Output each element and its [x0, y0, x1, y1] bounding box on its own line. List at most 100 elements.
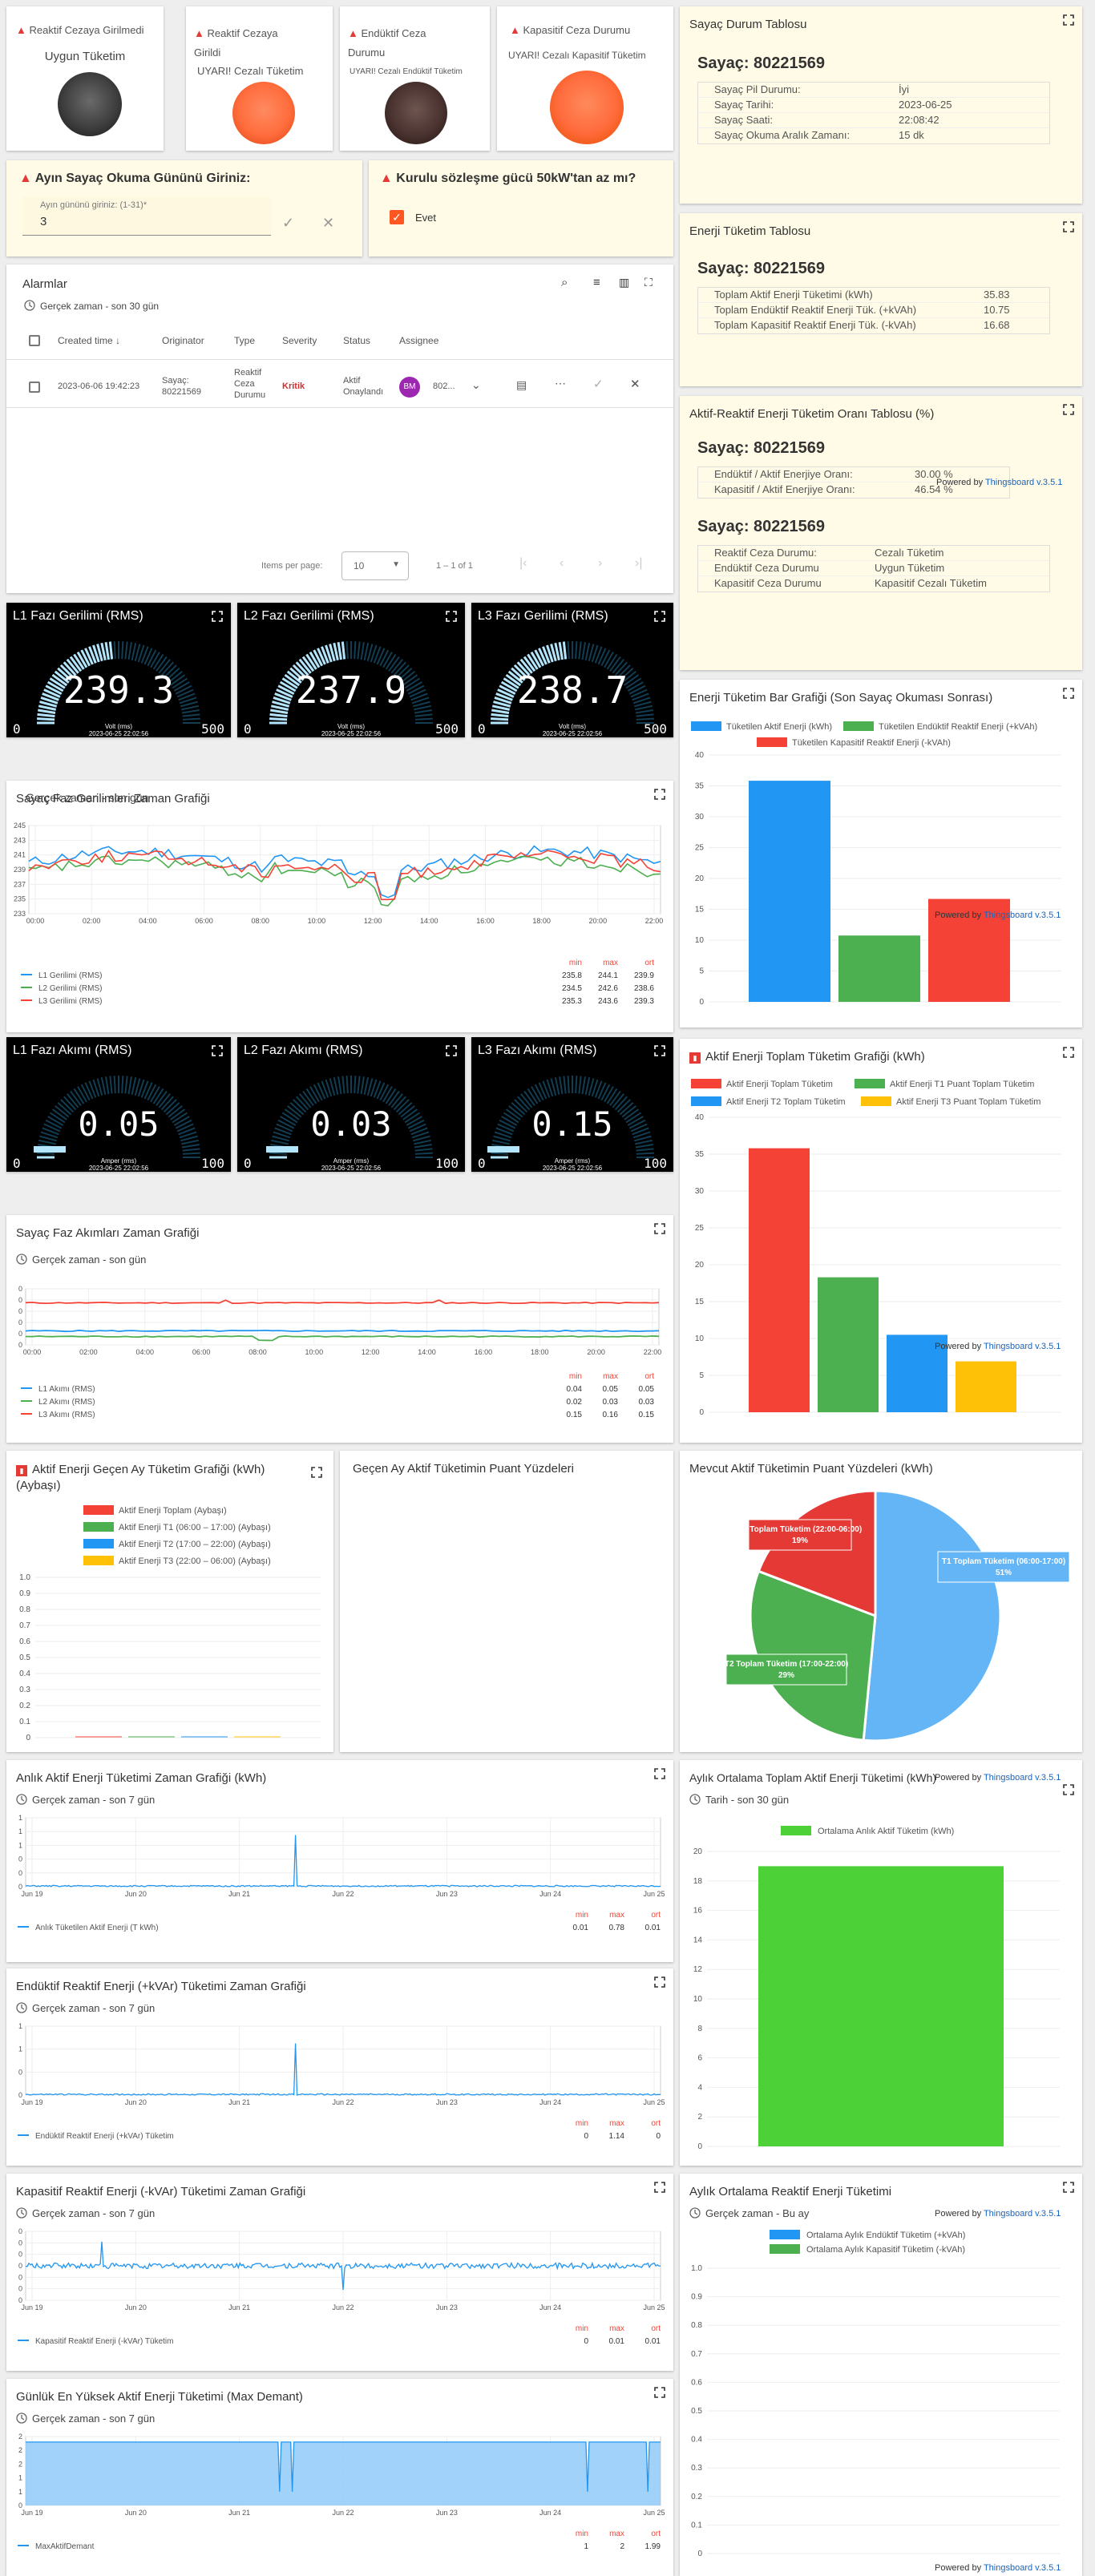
col-created-time[interactable]: Created time ↓ — [58, 335, 120, 346]
y-tick-label: 0 — [18, 1285, 22, 1293]
gauge-tick — [563, 1076, 567, 1094]
close-icon[interactable]: ✕ — [322, 215, 334, 232]
col-severity[interactable]: Severity — [282, 335, 317, 346]
y-tick-label: 0.1 — [19, 1718, 30, 1726]
reactive-avg-chart: Ortalama Aylık Endüktif Tüketim (+kVAh) O… — [691, 2230, 1060, 2558]
check-icon[interactable]: ✓ — [282, 215, 294, 232]
y-tick-label: 0 — [18, 1318, 22, 1326]
page-size-select[interactable]: 10 ▼ — [341, 551, 409, 580]
x-tick-label: Jun 25 — [643, 2509, 665, 2517]
fullscreen-icon[interactable]: ⛶ — [644, 276, 653, 289]
gauge-tick — [309, 1086, 320, 1103]
gauge-date: 2023-06-25 22:02:56 — [321, 730, 382, 737]
lamp-title: Endüktif Ceza Durumu — [348, 27, 426, 59]
gauge-tick — [337, 1076, 342, 1095]
columns-icon[interactable]: ▥ — [619, 276, 629, 289]
select-all-checkbox[interactable] — [29, 335, 40, 346]
legend-label: L1 Gerilimi (RMS) — [38, 971, 102, 980]
y-tick-label: 1 — [18, 2045, 22, 2053]
slice-pct: 51% — [996, 1569, 1012, 1577]
col-assignee[interactable]: Assignee — [399, 335, 438, 346]
y-tick-label: 0.6 — [691, 2378, 702, 2387]
search-icon[interactable]: ⌕ — [561, 276, 568, 289]
y-tick-label: 2 — [18, 2433, 22, 2441]
prev-month-chart: Aktif Enerji Toplam (Aybaşı) Aktif Enerji… — [19, 1505, 321, 1742]
more-icon[interactable]: ⋯ — [555, 377, 566, 390]
fullscreen-icon[interactable] — [1063, 14, 1074, 26]
row-checkbox[interactable] — [29, 382, 40, 393]
stat-max: 0.16 — [603, 1411, 619, 1419]
gauge-value: 239.3 — [63, 668, 175, 712]
x-tick-label: 14:00 — [418, 1348, 436, 1356]
avatar: BM — [399, 377, 420, 398]
legend-swatch — [770, 2244, 800, 2254]
x-tick-label: 18:00 — [532, 917, 551, 925]
stat-max-head: max — [609, 1911, 624, 1920]
lamp-status: UYARI! Cezalı Endüktif Tüketim — [350, 67, 463, 76]
col-originator[interactable]: Originator — [162, 335, 204, 346]
y-tick-label: 0.2 — [19, 1702, 30, 1710]
acknowledge-icon[interactable]: ✓ — [593, 377, 604, 391]
gauge-tick — [182, 1152, 200, 1155]
timewindow[interactable]: Gerçek zaman - son 30 gün — [40, 301, 159, 312]
fullscreen-icon[interactable] — [1063, 221, 1074, 232]
first-page-icon[interactable]: |‹ — [519, 556, 527, 571]
gauge-tick — [345, 1076, 349, 1094]
widget-title: Aktif-Reaktif Enerji Tüketim Oranı Tablo… — [689, 407, 935, 421]
y-tick-label: 0.7 — [691, 2350, 702, 2359]
chevron-down-icon[interactable]: ⌄ — [471, 378, 481, 392]
field-value: 3 — [40, 215, 47, 228]
y-tick-label: 0 — [18, 2273, 22, 2281]
prev-page-icon[interactable]: ‹ — [560, 556, 564, 571]
x-tick-label: 04:00 — [135, 1348, 154, 1356]
contract-checkbox[interactable]: ✓ — [390, 210, 404, 224]
gauge-tick — [150, 652, 160, 668]
clear-icon[interactable]: ✕ — [630, 377, 640, 391]
stat-min: 0.02 — [567, 1398, 583, 1407]
widget-title: Sayaç Durum Tablosu — [689, 18, 807, 31]
gauge-unit: Volt (rms) — [558, 723, 587, 730]
x-tick-label: Jun 21 — [228, 2509, 250, 2517]
stat-max-head: max — [609, 2119, 624, 2128]
slice-pct: 19% — [792, 1536, 808, 1545]
col-type[interactable]: Type — [234, 335, 255, 346]
legend-swatch — [691, 1096, 721, 1106]
gauge-tick — [382, 1086, 393, 1103]
gauge-tick — [124, 641, 128, 660]
bar-2 — [838, 935, 920, 1002]
stat-avg-head: ort — [651, 1911, 661, 1920]
gauge-tick — [37, 713, 55, 718]
slice-pct: 29% — [778, 1671, 794, 1680]
stat-avg: 238.6 — [634, 984, 654, 993]
fullscreen-icon[interactable] — [1063, 404, 1074, 415]
gauge-unit: Amper (rms) — [100, 1157, 137, 1165]
y-tick-label: 0.7 — [19, 1621, 30, 1630]
gauge-tick — [313, 1084, 323, 1101]
gauge-unit: Amper (rms) — [333, 1157, 370, 1165]
y-tick-label: 0.4 — [19, 1670, 30, 1678]
y-tick-label: 0 — [18, 1869, 22, 1877]
next-page-icon[interactable]: › — [598, 556, 602, 571]
filter-icon[interactable]: ≡ — [593, 276, 600, 289]
alarms-widget: Alarmlar ⌕ ≡ ▥ ⛶ Gerçek zaman - son 30 g… — [6, 264, 673, 593]
stat-avg-head: ort — [651, 2530, 661, 2538]
last-page-icon[interactable]: ›| — [635, 556, 642, 571]
col-status[interactable]: Status — [343, 335, 370, 346]
y-tick-label: 0 — [697, 2142, 702, 2151]
bar-2 — [128, 1736, 175, 1738]
y-tick-label: 0.6 — [19, 1637, 30, 1646]
gauge-tick — [578, 641, 582, 660]
y-tick-label: 0.8 — [691, 2321, 702, 2330]
warning-icon: ▲ — [16, 24, 26, 36]
lamp-status: UYARI! Cezalı Tüketim — [197, 65, 304, 77]
read-day-input[interactable]: Ayın gününü giriniz: (1-31)* 3 — [22, 197, 271, 236]
stat-min: 0 — [584, 2132, 588, 2141]
voltage-chart-widget: Sayaç Faz Gerilimleri Zaman Grafiği Gerç… — [6, 781, 673, 1032]
y-tick-label: 30 — [695, 813, 705, 822]
slice-label-box — [725, 1653, 847, 1686]
legend-label: L3 Gerilimi (RMS) — [38, 997, 102, 1006]
gauge-tick — [414, 1144, 432, 1149]
gauge-tick — [341, 1076, 345, 1094]
x-tick-label: Jun 20 — [125, 2098, 147, 2106]
comment-icon[interactable]: ▤ — [516, 378, 527, 392]
